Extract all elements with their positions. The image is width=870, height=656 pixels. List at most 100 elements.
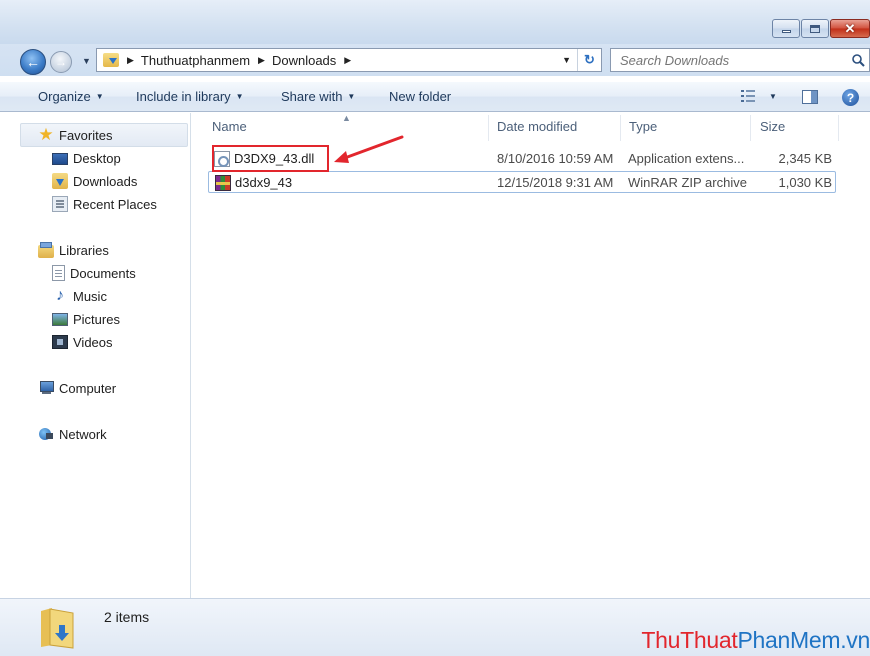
breadcrumb-chevron-icon[interactable]: ▶ [344, 55, 351, 66]
title-bar: ✕ [0, 0, 870, 44]
network-icon [38, 426, 54, 442]
file-list: ▲ Name Date modified Type Size D3DX9_43.… [192, 113, 870, 598]
file-date: 12/15/2018 9:31 AM [497, 175, 614, 190]
computer-icon [38, 380, 54, 396]
column-header-name[interactable]: Name [212, 119, 247, 134]
file-type: WinRAR ZIP archive [628, 175, 747, 190]
videos-icon [52, 335, 68, 349]
downloads-folder-large-icon [41, 608, 74, 649]
command-bar: Organize ▼ Include in library ▼ Share with… [0, 81, 870, 112]
close-button[interactable]: ✕ [830, 19, 870, 38]
minimize-icon [781, 30, 791, 33]
nav-videos-label: Videos [73, 334, 113, 350]
include-in-library-menu[interactable]: Include in library ▼ [136, 89, 244, 104]
change-view-icon[interactable] [741, 90, 755, 102]
file-type: Application extens... [628, 151, 745, 166]
breadcrumb-downloads[interactable]: Downloads [272, 53, 336, 68]
chevron-down-icon: ▼ [235, 92, 244, 101]
nav-desktop[interactable]: Desktop [52, 148, 121, 168]
documents-icon [52, 265, 65, 281]
nav-documents-label: Documents [70, 265, 136, 281]
file-row-selected[interactable]: d3dx9_43 12/15/2018 9:31 AM WinRAR ZIP a… [208, 171, 836, 193]
recent-places-icon [52, 196, 68, 212]
forward-button[interactable]: → [50, 51, 72, 73]
back-button[interactable]: ← [20, 49, 46, 75]
nav-favorites-label: Favorites [59, 127, 113, 143]
new-folder-label: New folder [389, 89, 452, 104]
column-header-size[interactable]: Size [760, 119, 785, 134]
search-icon[interactable] [851, 53, 865, 67]
nav-network-label: Network [59, 426, 107, 442]
share-with-label: Share with [281, 89, 343, 104]
refresh-button[interactable]: ↻ [577, 49, 601, 71]
pictures-icon [52, 313, 68, 326]
nav-favorites[interactable]: ★ Favorites [38, 125, 112, 145]
nav-videos[interactable]: Videos [52, 332, 113, 352]
nav-recent-places[interactable]: Recent Places [52, 194, 157, 214]
recent-pages-dropdown[interactable]: ▼ [82, 56, 91, 66]
nav-downloads[interactable]: Downloads [52, 171, 137, 191]
organize-menu[interactable]: Organize ▼ [38, 89, 104, 104]
minimize-button[interactable] [772, 19, 800, 38]
maximize-icon [810, 24, 820, 33]
sort-ascending-icon: ▲ [342, 113, 351, 123]
column-header-date-modified[interactable]: Date modified [497, 119, 577, 134]
refresh-icon: ↻ [584, 52, 595, 67]
address-history-dropdown[interactable]: ▼ [562, 55, 571, 65]
annotation-arrow-icon [334, 135, 404, 163]
watermark-part2: PhanMem [737, 627, 841, 653]
breadcrumb-thuthuatphanmem[interactable]: Thuthuatphanmem [141, 53, 250, 68]
downloads-folder-icon [103, 53, 119, 67]
search-input[interactable] [620, 52, 840, 68]
breadcrumb-chevron-icon[interactable]: ▶ [258, 55, 265, 66]
window-controls: ✕ [771, 19, 870, 40]
nav-music-label: Music [73, 288, 107, 304]
nav-pictures[interactable]: Pictures [52, 309, 120, 329]
search-box[interactable] [610, 48, 870, 72]
new-folder-button[interactable]: New folder [389, 89, 451, 104]
navigation-pane: ★ Favorites Desktop Downloads Recent Pla… [0, 113, 191, 598]
file-name: d3dx9_43 [235, 175, 293, 190]
site-watermark: ThuThuatPhanMem.vn [641, 627, 870, 654]
breadcrumb-chevron-icon[interactable]: ▶ [127, 55, 134, 66]
column-divider[interactable] [620, 115, 621, 141]
file-size: 2,345 KB [778, 151, 833, 166]
nav-pictures-label: Pictures [73, 311, 120, 327]
star-icon: ★ [38, 125, 54, 144]
column-divider[interactable] [838, 115, 839, 141]
nav-network[interactable]: Network [38, 424, 107, 444]
chevron-down-icon: ▼ [95, 92, 104, 101]
forward-arrow-icon: → [55, 55, 67, 69]
watermark-part1: ThuThuat [641, 627, 738, 653]
organize-label: Organize [38, 89, 91, 104]
annotation-highlight-box [212, 145, 329, 172]
close-icon: ✕ [844, 21, 856, 36]
nav-documents[interactable]: Documents [52, 263, 136, 283]
file-date: 8/10/2016 10:59 AM [497, 151, 614, 166]
preview-pane-icon[interactable] [802, 90, 818, 104]
explorer-window: ✕ ← → ▼ ▶ Thuthuatphanmem ▶ Downloads ▶ … [0, 0, 870, 656]
column-divider[interactable] [750, 115, 751, 141]
nav-downloads-label: Downloads [73, 173, 138, 189]
chevron-down-icon: ▼ [347, 92, 356, 101]
nav-computer[interactable]: Computer [38, 378, 116, 398]
item-count: 2 items [104, 609, 150, 625]
navigation-bar: ← → ▼ ▶ Thuthuatphanmem ▶ Downloads ▶ ▼ … [0, 44, 870, 76]
share-with-menu[interactable]: Share with ▼ [281, 89, 355, 104]
view-options-dropdown[interactable]: ▼ [769, 92, 777, 101]
maximize-button[interactable] [801, 19, 829, 38]
column-header-type[interactable]: Type [629, 119, 657, 134]
help-icon[interactable]: ? [842, 89, 859, 106]
nav-computer-label: Computer [59, 380, 117, 396]
address-bar[interactable]: ▶ Thuthuatphanmem ▶ Downloads ▶ ▼ ↻ [96, 48, 602, 72]
nav-recent-places-label: Recent Places [73, 196, 157, 212]
nav-music[interactable]: ♪ Music [52, 286, 107, 306]
file-size: 1,030 KB [778, 175, 833, 190]
nav-libraries[interactable]: Libraries [38, 240, 109, 260]
winrar-archive-icon [215, 175, 231, 191]
back-arrow-icon: ← [26, 54, 40, 70]
watermark-part3: .vn [840, 627, 870, 653]
downloads-folder-icon [52, 173, 68, 189]
nav-libraries-label: Libraries [59, 242, 109, 258]
column-divider[interactable] [488, 115, 489, 141]
